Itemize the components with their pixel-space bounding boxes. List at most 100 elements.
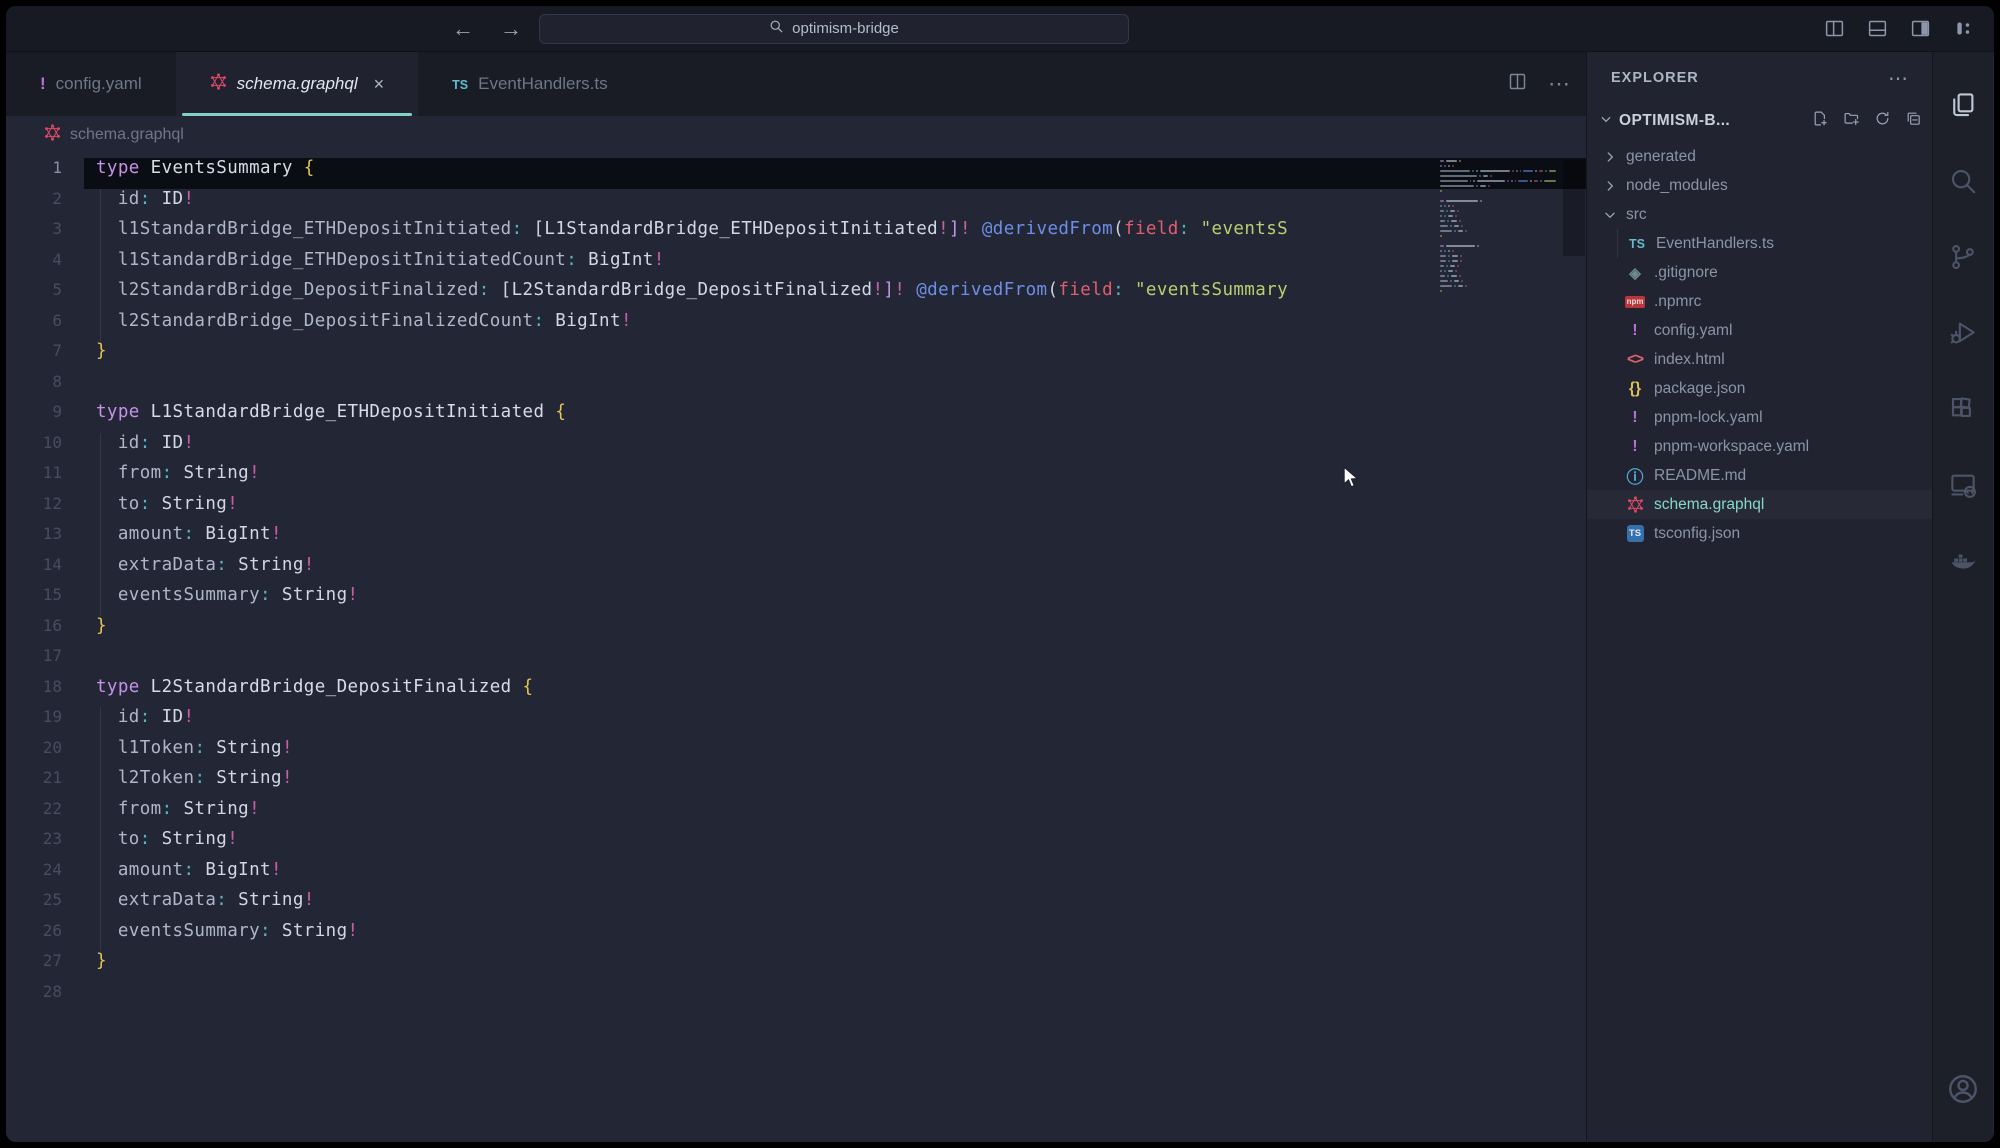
layout-columns-icon[interactable] bbox=[1824, 18, 1845, 39]
line-number[interactable]: 5 bbox=[6, 280, 84, 311]
line-number[interactable]: 2 bbox=[6, 189, 84, 220]
line-number[interactable]: 27 bbox=[6, 951, 84, 982]
scrollbar[interactable] bbox=[1562, 154, 1586, 1142]
line-number[interactable]: 6 bbox=[6, 311, 84, 342]
command-center-search[interactable]: optimism-bridge bbox=[539, 14, 1129, 44]
new-folder-icon[interactable] bbox=[1843, 110, 1860, 132]
line-number[interactable]: 19 bbox=[6, 707, 84, 738]
code-line[interactable]: id: ID! bbox=[84, 433, 1586, 464]
code-line[interactable]: } bbox=[84, 341, 1586, 372]
close-icon[interactable]: × bbox=[374, 74, 385, 95]
file-item-tsconfig.json[interactable]: TStsconfig.json bbox=[1587, 519, 1932, 548]
minimap[interactable] bbox=[1440, 160, 1558, 300]
line-number[interactable]: 3 bbox=[6, 219, 84, 250]
line-number[interactable]: 16 bbox=[6, 616, 84, 647]
line-number[interactable]: 10 bbox=[6, 433, 84, 464]
layout-customize-icon[interactable] bbox=[1953, 18, 1974, 39]
code-line[interactable] bbox=[84, 372, 1586, 403]
file-item-config.yaml[interactable]: !config.yaml bbox=[1587, 316, 1932, 345]
code-line[interactable]: eventsSummary: String! bbox=[84, 921, 1586, 952]
line-number[interactable]: 15 bbox=[6, 585, 84, 616]
layout-panel-icon[interactable] bbox=[1867, 18, 1888, 39]
code-line[interactable]: type L2StandardBridge_DepositFinalized { bbox=[84, 677, 1586, 708]
file-item-schema.graphql[interactable]: schema.graphql bbox=[1587, 490, 1932, 519]
line-number[interactable]: 21 bbox=[6, 768, 84, 799]
split-editor-icon[interactable] bbox=[1507, 71, 1528, 97]
code-line[interactable]: l1StandardBridge_ETHDepositInitiated: [L… bbox=[84, 219, 1586, 250]
line-number[interactable]: 23 bbox=[6, 829, 84, 860]
code-line[interactable]: amount: BigInt! bbox=[84, 860, 1586, 891]
folder-item-generated[interactable]: generated bbox=[1587, 142, 1932, 171]
line-number[interactable]: 14 bbox=[6, 555, 84, 586]
code-line[interactable]: type L1StandardBridge_ETHDepositInitiate… bbox=[84, 402, 1586, 433]
file-item-EventHandlers.ts[interactable]: TSEventHandlers.ts bbox=[1587, 229, 1932, 258]
code-line[interactable]: l2StandardBridge_DepositFinalized: [L2St… bbox=[84, 280, 1586, 311]
folder-item-src[interactable]: src bbox=[1587, 200, 1932, 229]
activity-docker[interactable] bbox=[1939, 532, 1987, 590]
line-number[interactable]: 7 bbox=[6, 341, 84, 372]
layout-sidebar-right-icon[interactable] bbox=[1910, 18, 1931, 39]
file-item-pnpm-lock.yaml[interactable]: !pnpm-lock.yaml bbox=[1587, 403, 1932, 432]
line-number[interactable]: 28 bbox=[6, 982, 84, 1013]
file-item-.gitignore[interactable]: ◈.gitignore bbox=[1587, 258, 1932, 287]
code-line[interactable]: l1Token: String! bbox=[84, 738, 1586, 769]
folder-item-node_modules[interactable]: node_modules bbox=[1587, 171, 1932, 200]
line-number[interactable]: 24 bbox=[6, 860, 84, 891]
file-item-.npmrc[interactable]: npm.npmrc bbox=[1587, 287, 1932, 316]
code-line[interactable]: } bbox=[84, 616, 1586, 647]
activity-run-debug[interactable] bbox=[1939, 304, 1987, 362]
line-number[interactable]: 12 bbox=[6, 494, 84, 525]
line-number[interactable]: 18 bbox=[6, 677, 84, 708]
code-line[interactable]: l1StandardBridge_ETHDepositInitiatedCoun… bbox=[84, 250, 1586, 281]
code-line[interactable] bbox=[84, 646, 1586, 677]
code-line[interactable]: extraData: String! bbox=[84, 555, 1586, 586]
line-number[interactable]: 1 bbox=[6, 158, 84, 189]
activity-search[interactable] bbox=[1939, 152, 1987, 210]
code-line[interactable]: l2StandardBridge_DepositFinalizedCount: … bbox=[84, 311, 1586, 342]
code-line[interactable]: l2Token: String! bbox=[84, 768, 1586, 799]
activity-account[interactable] bbox=[1939, 1060, 1987, 1118]
line-number[interactable]: 4 bbox=[6, 250, 84, 281]
code-line[interactable]: type EventsSummary { bbox=[84, 158, 1586, 189]
code-line[interactable]: } bbox=[84, 951, 1586, 982]
file-item-README.md[interactable]: ⓘREADME.md bbox=[1587, 461, 1932, 490]
activity-source-control[interactable] bbox=[1939, 228, 1987, 286]
file-item-pnpm-workspace.yaml[interactable]: !pnpm-workspace.yaml bbox=[1587, 432, 1932, 461]
tab-EventHandlers.ts[interactable]: TS EventHandlers.ts bbox=[418, 52, 641, 116]
more-actions-icon[interactable]: ⋯ bbox=[1548, 71, 1570, 97]
code-line[interactable]: id: ID! bbox=[84, 189, 1586, 220]
activity-extensions[interactable] bbox=[1939, 380, 1987, 438]
line-number[interactable]: 9 bbox=[6, 402, 84, 433]
activity-remote-explorer[interactable] bbox=[1939, 456, 1987, 514]
scrollbar-thumb[interactable] bbox=[1563, 160, 1585, 256]
code-line[interactable] bbox=[84, 982, 1586, 1013]
code-line[interactable]: to: String! bbox=[84, 494, 1586, 525]
project-root-row[interactable]: OPTIMISM-B... bbox=[1587, 104, 1932, 138]
code-line[interactable]: id: ID! bbox=[84, 707, 1586, 738]
collapse-all-icon[interactable] bbox=[1905, 110, 1922, 132]
activity-explorer[interactable] bbox=[1939, 76, 1987, 134]
line-number[interactable]: 11 bbox=[6, 463, 84, 494]
explorer-more-icon[interactable]: ⋯ bbox=[1888, 66, 1910, 91]
line-number[interactable]: 25 bbox=[6, 890, 84, 921]
code-editor[interactable]: 1234567891011121314151617181920212223242… bbox=[6, 154, 1586, 1142]
code-line[interactable]: eventsSummary: String! bbox=[84, 585, 1586, 616]
line-number[interactable]: 8 bbox=[6, 372, 84, 403]
line-number[interactable]: 20 bbox=[6, 738, 84, 769]
file-item-package.json[interactable]: {}package.json bbox=[1587, 374, 1932, 403]
tab-schema.graphql[interactable]: schema.graphql × bbox=[176, 52, 418, 116]
line-number[interactable]: 17 bbox=[6, 646, 84, 677]
nav-back-icon[interactable]: ← bbox=[452, 16, 474, 42]
file-item-index.html[interactable]: <>index.html bbox=[1587, 345, 1932, 374]
new-file-icon[interactable] bbox=[1812, 110, 1829, 132]
refresh-icon[interactable] bbox=[1874, 110, 1891, 132]
code-line[interactable]: amount: BigInt! bbox=[84, 524, 1586, 555]
line-number[interactable]: 26 bbox=[6, 921, 84, 952]
breadcrumb[interactable]: schema.graphql bbox=[6, 116, 1586, 154]
code-line[interactable]: from: String! bbox=[84, 799, 1586, 830]
code-line[interactable]: extraData: String! bbox=[84, 890, 1586, 921]
nav-forward-icon[interactable]: → bbox=[500, 16, 522, 42]
line-number[interactable]: 22 bbox=[6, 799, 84, 830]
tab-config.yaml[interactable]: ! config.yaml bbox=[6, 52, 176, 116]
line-number[interactable]: 13 bbox=[6, 524, 84, 555]
